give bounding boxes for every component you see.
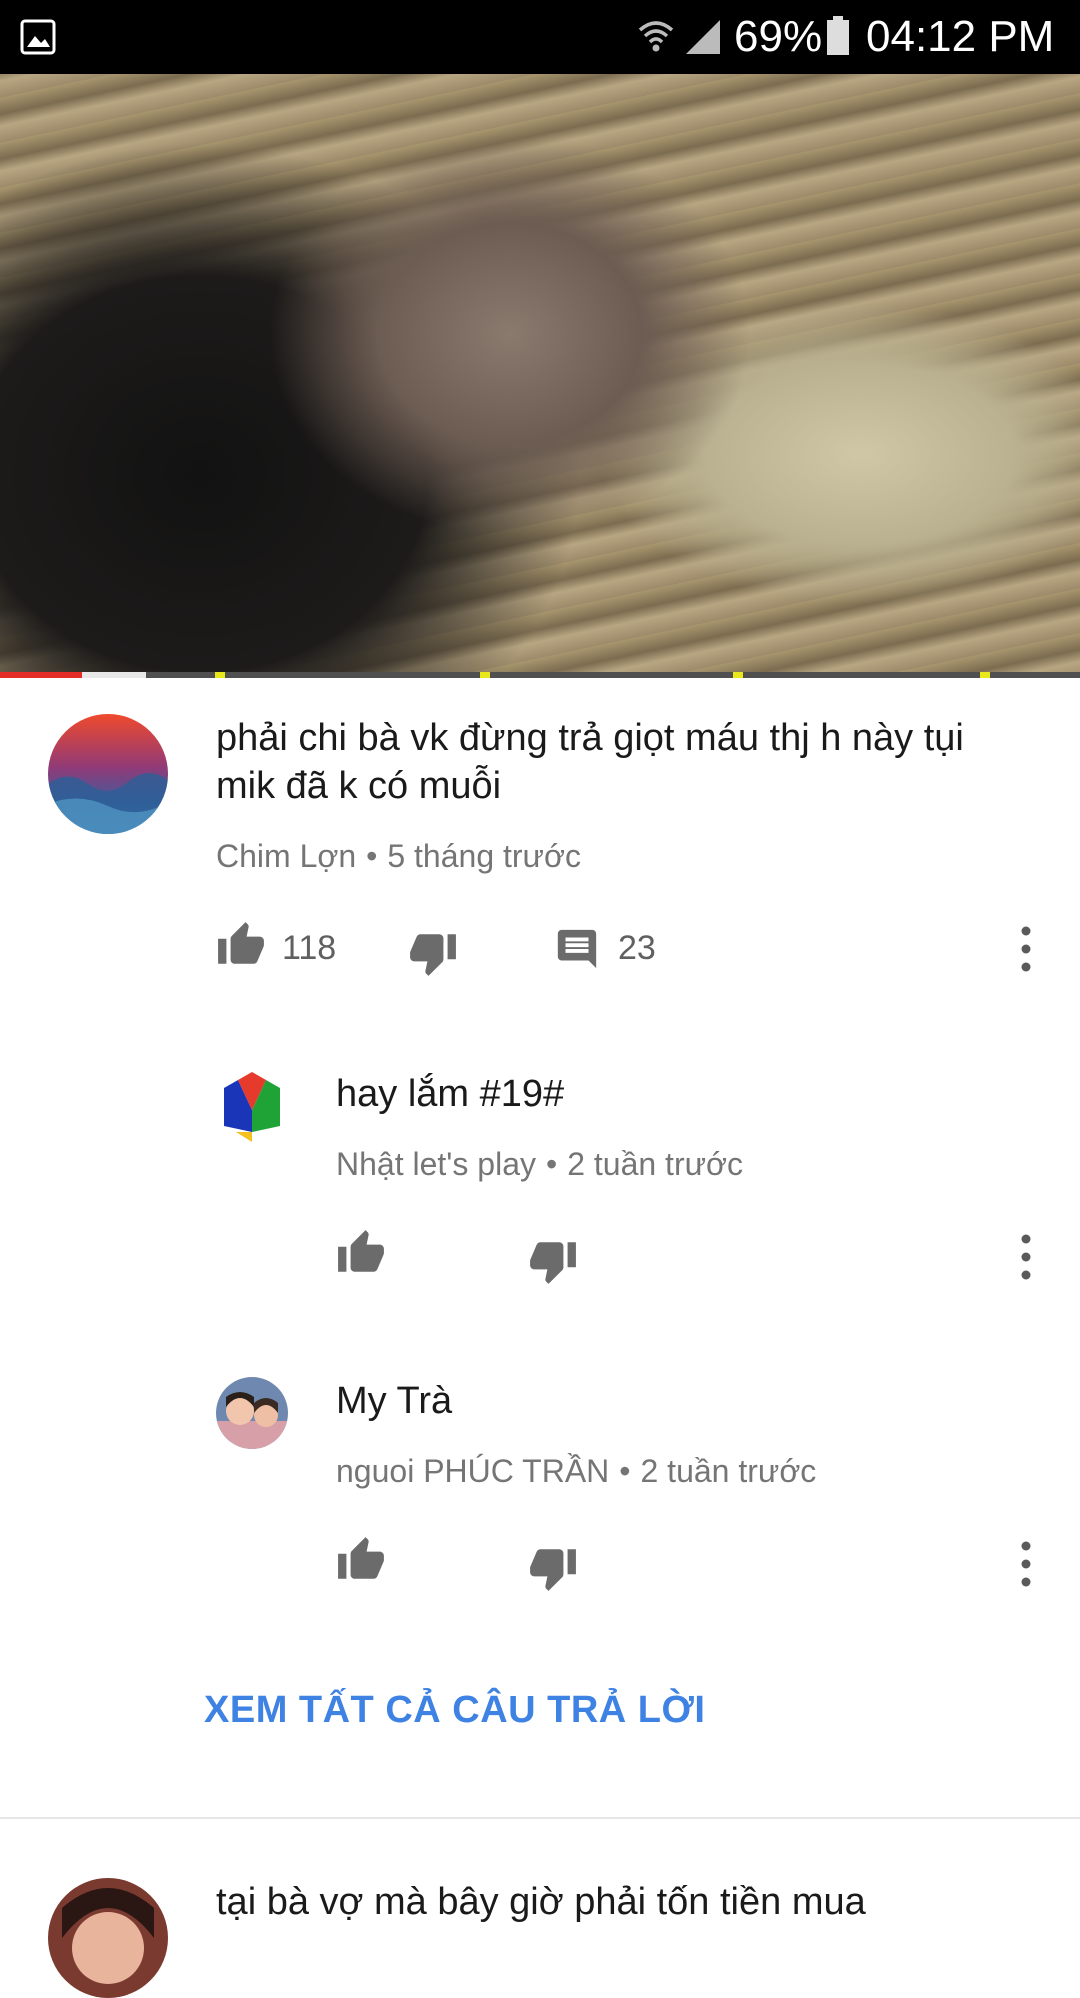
video-progress-track[interactable] bbox=[0, 672, 1080, 678]
reply-time: 2 tuần trước bbox=[567, 1146, 743, 1182]
battery-icon bbox=[827, 16, 849, 55]
like-icon[interactable] bbox=[336, 1228, 386, 1278]
reply-author[interactable]: Nhật let's play bbox=[336, 1146, 536, 1182]
avatar[interactable] bbox=[216, 1377, 288, 1449]
gallery-icon bbox=[20, 19, 56, 55]
ad-marker bbox=[215, 672, 225, 678]
reply-text: My Trà bbox=[336, 1380, 453, 1422]
signal-icon bbox=[686, 20, 720, 54]
wifi-icon bbox=[638, 21, 674, 52]
avatar-image bbox=[216, 1377, 288, 1449]
dislike-icon[interactable] bbox=[408, 928, 458, 978]
status-bar: 69% 04:12 PM bbox=[0, 0, 1080, 74]
more-options-icon[interactable] bbox=[1011, 1227, 1041, 1287]
meta-separator: • bbox=[545, 1146, 558, 1182]
dislike-icon[interactable] bbox=[528, 1543, 578, 1593]
ad-marker bbox=[733, 672, 743, 678]
ad-marker bbox=[480, 672, 490, 678]
avatar[interactable] bbox=[48, 714, 168, 834]
comment-text: phải chi bà vk đừng trả giọt máu thj h n… bbox=[216, 717, 964, 807]
reply-meta: nguoi PHÚC TRẦN • 2 tuần trước bbox=[336, 1451, 816, 1491]
ad-marker bbox=[980, 672, 990, 678]
reply-meta: Nhật let's play • 2 tuần trước bbox=[336, 1144, 743, 1184]
more-options-icon[interactable] bbox=[1011, 919, 1041, 979]
divider bbox=[0, 1817, 1080, 1819]
video-player[interactable] bbox=[0, 74, 1080, 678]
battery-percentage: 69% bbox=[734, 12, 823, 61]
meta-separator: • bbox=[366, 838, 378, 874]
like-icon[interactable] bbox=[336, 1535, 386, 1585]
avatar[interactable] bbox=[48, 1878, 168, 1998]
avatar-image bbox=[48, 1878, 168, 1998]
comment-time: 5 tháng trước bbox=[387, 838, 581, 874]
avatar-image bbox=[218, 1072, 286, 1142]
reply-text: hay lắm #19# bbox=[336, 1073, 565, 1115]
see-all-replies-link[interactable]: XEM TẤT CẢ CÂU TRẢ LỜI bbox=[204, 1686, 706, 1734]
avatar[interactable] bbox=[216, 1070, 288, 1142]
comment-author[interactable]: Chim Lợn bbox=[216, 838, 356, 874]
comment-text: tại bà vợ mà bây giờ phải tốn tiền mua bbox=[216, 1881, 866, 1923]
reply-icon[interactable] bbox=[554, 926, 600, 972]
avatar-image bbox=[48, 714, 168, 834]
reply-time: 2 tuần trước bbox=[640, 1453, 817, 1489]
status-clock: 04:12 PM bbox=[866, 12, 1055, 61]
meta-separator: • bbox=[619, 1453, 631, 1489]
video-progress-played bbox=[0, 672, 83, 678]
reply-count: 23 bbox=[618, 929, 656, 967]
comment-meta: Chim Lợn • 5 tháng trước bbox=[216, 836, 581, 876]
dislike-icon[interactable] bbox=[528, 1236, 578, 1286]
like-count: 118 bbox=[282, 929, 337, 967]
reply-author[interactable]: nguoi PHÚC TRẦN bbox=[336, 1453, 609, 1489]
like-icon[interactable] bbox=[216, 920, 266, 970]
more-options-icon[interactable] bbox=[1011, 1534, 1041, 1594]
